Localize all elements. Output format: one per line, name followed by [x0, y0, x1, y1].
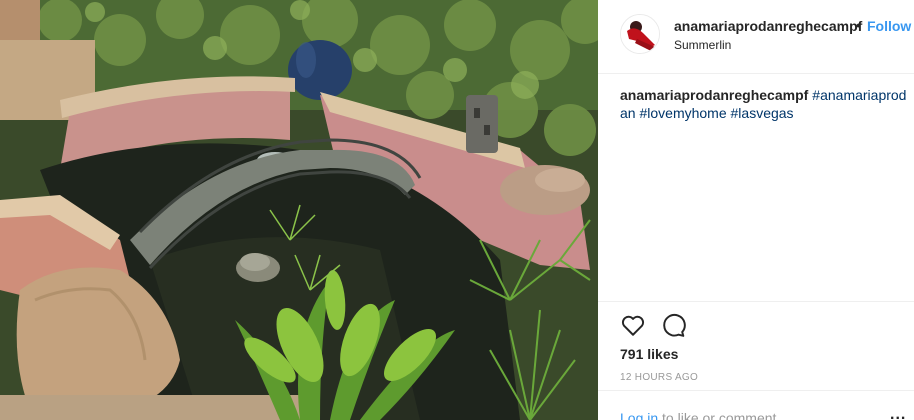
actions-divider: [598, 301, 914, 302]
likes-count[interactable]: 791 likes: [620, 346, 678, 362]
login-prompt: Log in to like or comment.: [620, 410, 780, 420]
location-link[interactable]: Summerlin: [674, 38, 731, 52]
separator-dot: •: [856, 17, 861, 33]
post-caption: anamariaprodanreghecampf #anamariaprodan …: [620, 86, 910, 122]
follow-button[interactable]: Follow: [867, 18, 911, 34]
login-prompt-text: to like or comment.: [658, 410, 781, 420]
comment-bubble-icon[interactable]: [660, 312, 686, 338]
hashtag-lovemyhome[interactable]: #lovemyhome: [639, 105, 726, 121]
post-side-panel: anamariaprodanreghecampf • Follow Summer…: [598, 0, 914, 420]
caption-username[interactable]: anamariaprodanreghecampf: [620, 87, 808, 103]
user-avatar[interactable]: [620, 14, 660, 54]
heart-icon[interactable]: [620, 312, 646, 338]
pond-garden-image: [0, 0, 598, 420]
post-timestamp[interactable]: 12 HOURS AGO: [620, 372, 698, 383]
login-link[interactable]: Log in: [620, 410, 658, 420]
post-photo[interactable]: [0, 0, 598, 420]
hashtag-lasvegas[interactable]: #lasvegas: [731, 105, 794, 121]
post-header: anamariaprodanreghecampf • Follow Summer…: [598, 0, 914, 74]
username-link[interactable]: anamariaprodanreghecampf: [674, 18, 862, 34]
more-options-button[interactable]: ...: [890, 406, 906, 420]
avatar-image: [621, 15, 659, 53]
